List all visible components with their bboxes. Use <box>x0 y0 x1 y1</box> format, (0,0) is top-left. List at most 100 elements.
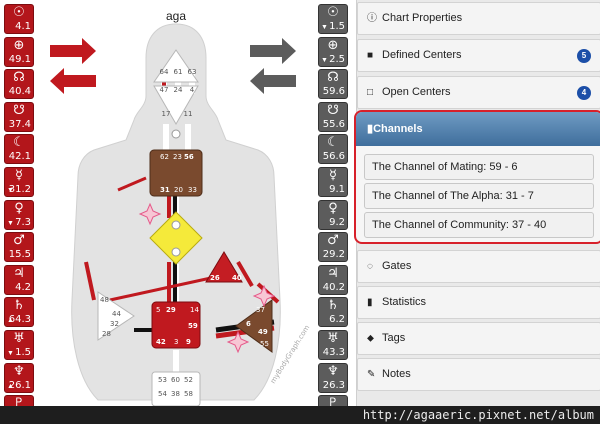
filled-square-icon: ■ <box>367 50 374 61</box>
planet-gate: 7.3 <box>15 216 31 228</box>
sun-icon: ☉ <box>13 5 25 20</box>
gate-63: 63 <box>188 68 197 76</box>
gate-48: 48 <box>100 296 109 304</box>
planet-gate: 40.4 <box>8 86 31 98</box>
gate-62: 62 <box>160 153 169 161</box>
gate-56: 56 <box>184 153 194 161</box>
gates-header[interactable]: ◌ Gates <box>357 250 600 283</box>
mercury-icon: ☿ <box>15 167 23 183</box>
personality-neptune[interactable]: ♆ ▲ 26.1 <box>4 362 34 393</box>
design-uranus[interactable]: ♅ 43.3 <box>318 329 348 360</box>
personality-planet-column: ☉ 4.1 ⊕ 49.1 ☊ 40.4 ☋ 37.4 ☾ 42.1 ☿ ▼ 31.2 ♀ ▼ 7.… <box>4 4 36 424</box>
chart-title: aga <box>165 9 187 23</box>
design-planet-column: ☉ ▼ 1.5 ⊕ ▼ 2.5 ☊ 59.6 ☋ 55.6 ☾ 56.6 ☿ 9.1 ♀ 9.2 … <box>318 4 350 424</box>
album-url-watermark: http://agaaeric.pixnet.net/album <box>362 408 594 422</box>
design-jupiter[interactable]: ♃ 40.2 <box>318 264 348 295</box>
personality-saturn[interactable]: ♄ ▲ 64.3 <box>4 297 34 328</box>
jupiter-icon: ♃ <box>13 265 25 281</box>
bodygraph-svg: 64 61 63 47 24 4 17 11 62 23 56 31 20 33… <box>50 23 311 407</box>
gate-23: 23 <box>173 153 182 161</box>
design-mars[interactable]: ♂ 29.2 <box>318 232 348 263</box>
statistics-header[interactable]: ▮ Statistics <box>357 286 600 319</box>
bar-chart-icon: ▮ <box>367 297 373 308</box>
channel-item-mating[interactable]: The Channel of Mating: 59 - 6 <box>364 154 594 180</box>
personality-south-node[interactable]: ☋ 37.4 <box>4 101 34 132</box>
design-moon[interactable]: ☾ 56.6 <box>318 134 348 165</box>
personality-north-node[interactable]: ☊ 40.4 <box>4 69 34 100</box>
planet-gate: 9.2 <box>329 216 345 228</box>
detriment-arrow-icon: ▼ <box>321 24 328 31</box>
planet-gate: 1.5 <box>329 21 345 32</box>
gate-60: 60 <box>171 376 180 384</box>
planet-gate: 26.1 <box>8 379 31 391</box>
personality-mars[interactable]: ♂ 15.5 <box>4 232 34 263</box>
channel-item-alpha[interactable]: The Channel of The Alpha: 31 - 7 <box>364 183 594 209</box>
gate-61: 61 <box>174 68 183 76</box>
neptune-icon: ♆ <box>13 363 25 379</box>
gate-38: 38 <box>171 390 180 398</box>
saturn-icon: ♄ <box>327 298 339 314</box>
open-centers-count-badge: 4 <box>577 86 591 100</box>
design-sun[interactable]: ☉ ▼ 1.5 <box>318 4 348 34</box>
gate-37: 37 <box>256 306 265 314</box>
personality-sun[interactable]: ☉ 4.1 <box>4 4 34 34</box>
gate-26: 26 <box>210 274 220 282</box>
design-mercury[interactable]: ☿ 9.1 <box>318 166 348 197</box>
planet-gate: 15.5 <box>8 249 31 261</box>
gate-53: 53 <box>158 376 167 384</box>
planet-gate: 59.6 <box>322 86 345 98</box>
saturn-icon: ♄ <box>13 298 25 314</box>
watermark-bar: http://agaaeric.pixnet.net/album <box>0 406 600 424</box>
personality-arrow-left-icon <box>50 68 96 94</box>
personality-earth[interactable]: ⊕ 49.1 <box>4 36 34 67</box>
uranus-icon: ♅ <box>327 330 339 346</box>
gate-59: 59 <box>188 322 198 330</box>
open-centers-header[interactable]: □ Open Centers 4 <box>357 76 600 109</box>
channel-item-community[interactable]: The Channel of Community: 37 - 40 <box>364 212 594 238</box>
empty-square-icon: □ <box>367 87 374 98</box>
design-venus[interactable]: ♀ 9.2 <box>318 199 348 230</box>
venus-icon: ♀ <box>328 200 338 216</box>
tags-header[interactable]: ⬥ Tags <box>357 322 600 355</box>
gate-5: 5 <box>156 306 160 314</box>
gate-54: 54 <box>158 390 167 398</box>
planet-gate: 56.6 <box>322 151 345 163</box>
design-north-node[interactable]: ☊ 59.6 <box>318 69 348 100</box>
gate-6: 6 <box>246 320 251 328</box>
mars-icon: ♂ <box>13 233 25 249</box>
personality-arrow-right-icon <box>50 38 96 64</box>
design-neptune[interactable]: ♆ 26.3 <box>318 362 348 393</box>
channels-header[interactable]: ▮Channels <box>356 112 600 146</box>
earth-icon: ⊕ <box>13 37 25 53</box>
defined-centers-header[interactable]: ■ Defined Centers 5 <box>357 39 600 72</box>
detriment-arrow-icon: ▼ <box>7 219 14 227</box>
design-south-node[interactable]: ☋ 55.6 <box>318 101 348 132</box>
planet-gate: 6.2 <box>329 314 345 326</box>
planet-gate: 40.2 <box>322 281 345 293</box>
chart-side-panel: ⓘ Chart Properties ■ Defined Centers 5 □ Op… <box>354 0 600 406</box>
neptune-icon: ♆ <box>327 363 339 379</box>
south-node-icon: ☋ <box>327 102 339 118</box>
planet-gate: 2.5 <box>329 53 345 65</box>
gate-33: 33 <box>188 186 197 194</box>
gate-49: 49 <box>258 328 268 336</box>
chart-properties-header[interactable]: ⓘ Chart Properties <box>357 2 600 35</box>
personality-moon[interactable]: ☾ 42.1 <box>4 134 34 165</box>
north-node-icon: ☊ <box>13 70 25 86</box>
sun-icon: ☉ <box>327 5 339 20</box>
tag-icon: ⬥ <box>367 333 374 344</box>
planet-gate: 49.1 <box>8 53 31 65</box>
gate-9: 9 <box>186 338 191 346</box>
personality-venus[interactable]: ♀ ▼ 7.3 <box>4 199 34 230</box>
gate-11: 11 <box>184 110 193 118</box>
channels-section: ▮Channels The Channel of Mating: 59 - 6 … <box>354 110 600 244</box>
notes-header[interactable]: ✎ Notes <box>357 358 600 391</box>
planet-gate: 37.4 <box>8 118 31 130</box>
design-saturn[interactable]: ♄ 6.2 <box>318 297 348 328</box>
personality-uranus[interactable]: ♅ ▼ 1.5 <box>4 329 34 360</box>
personality-jupiter[interactable]: ♃ 4.2 <box>4 264 34 295</box>
design-arrow-right-icon <box>250 38 296 64</box>
design-earth[interactable]: ⊕ ▼ 2.5 <box>318 36 348 67</box>
personality-mercury[interactable]: ☿ ▼ 31.2 <box>4 166 34 197</box>
gate-52: 52 <box>184 376 193 384</box>
